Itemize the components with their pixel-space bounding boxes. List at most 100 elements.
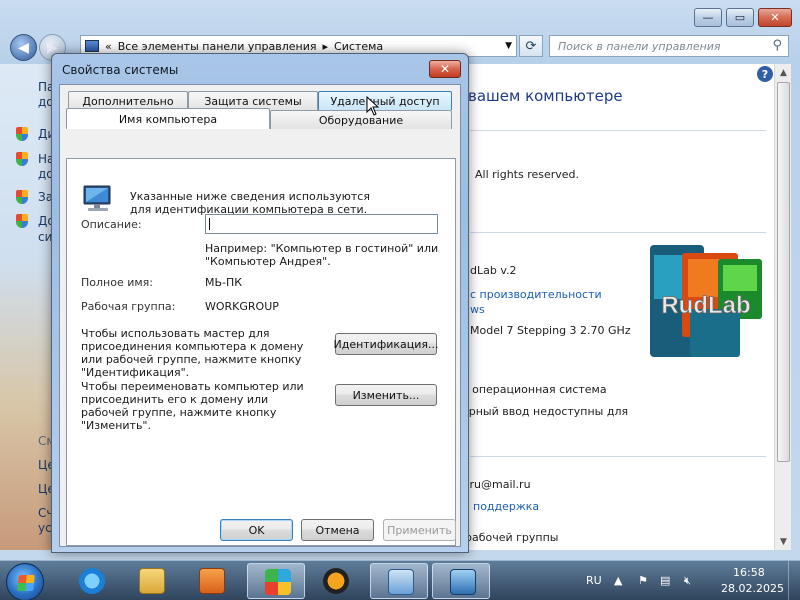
dialog-close-button[interactable]: ✕: [429, 60, 461, 78]
computer-name-page: Указанные ниже сведения используются для…: [66, 158, 456, 546]
start-button[interactable]: [6, 563, 44, 600]
left-pane-text[interactable]: ус: [38, 521, 52, 535]
taskbar-app-blocks[interactable]: [247, 563, 305, 599]
left-pane-text[interactable]: Па: [38, 80, 52, 94]
internet-explorer-icon: [79, 568, 105, 594]
shield-icon: [16, 127, 28, 141]
sidebar-item-windows-update[interactable]: Це: [38, 482, 52, 496]
refresh-icon: ⟳: [525, 38, 537, 54]
page-title: вашем компьютере: [468, 87, 623, 105]
tab-remote[interactable]: Удаленный доступ: [318, 91, 452, 110]
aimp-triangle-icon: [323, 568, 349, 594]
windows-logo-icon: [17, 575, 35, 591]
section-divider: [470, 232, 766, 233]
sidebar-item-performance[interactable]: Сч: [38, 506, 52, 520]
full-name-label: Полное имя:: [81, 276, 153, 289]
search-placeholder: Поиск в панели управления: [558, 39, 721, 53]
pen-touch-info: орный ввод недоступны для: [462, 405, 629, 418]
breadcrumb-overflow[interactable]: «: [105, 40, 112, 53]
change-button[interactable]: Изменить...: [335, 384, 437, 406]
taskbar-control-panel[interactable]: [370, 563, 428, 599]
taskbar-aimp[interactable]: [306, 563, 364, 599]
mouse-cursor-icon: [366, 96, 380, 116]
system-properties-dialog: Свойства системы ✕ Дополнительно Защита …: [51, 53, 469, 553]
performance-link[interactable]: с производительности: [470, 288, 602, 301]
taskbar-internet-explorer[interactable]: [62, 563, 120, 599]
volume-muted-icon[interactable]: 🔇︎: [684, 574, 698, 588]
control-panel-icon: [85, 40, 99, 52]
folder-icon: [139, 568, 165, 594]
left-pane-text[interactable]: си: [38, 230, 52, 244]
search-input[interactable]: Поиск в панели управления ⚲: [549, 35, 789, 57]
example-hint: Например: "Компьютер в гостиной" или "Ко…: [205, 242, 439, 268]
chevron-down-icon[interactable]: ▼: [505, 41, 512, 51]
left-pane-text[interactable]: до: [38, 95, 52, 109]
scroll-up-icon[interactable]: ▲: [775, 64, 792, 81]
minimize-button[interactable]: —: [694, 8, 722, 27]
description-field[interactable]: [205, 214, 438, 234]
search-icon[interactable]: ⚲: [772, 38, 782, 53]
maximize-button[interactable]: ▭: [726, 8, 754, 27]
show-desktop-button[interactable]: [788, 561, 800, 600]
refresh-button[interactable]: ⟳: [519, 35, 543, 57]
cancel-button[interactable]: Отмена: [301, 519, 374, 541]
show-hidden-icons-icon[interactable]: ▲: [614, 574, 628, 588]
vertical-scrollbar[interactable]: ▲ ▼: [774, 64, 791, 550]
taskbar-system-properties[interactable]: [432, 563, 490, 599]
system-type: я операционная система: [462, 383, 607, 396]
section-divider: [470, 130, 766, 131]
identification-button[interactable]: Идентификация...: [333, 333, 439, 355]
close-window-button[interactable]: ✕: [758, 8, 792, 27]
ok-button[interactable]: OK: [220, 519, 293, 541]
breadcrumb-item-system[interactable]: Система: [334, 40, 383, 53]
sidebar-item-remote-settings[interactable]: На: [38, 152, 52, 166]
puzzle-blocks-icon: [265, 569, 291, 595]
scroll-down-icon[interactable]: ▼: [775, 533, 792, 550]
dialog-body: Дополнительно Защита системы Удаленный д…: [59, 84, 461, 547]
text-caret: [209, 218, 210, 230]
full-name-value: МЬ-ПК: [205, 276, 243, 289]
breadcrumb-separator[interactable]: ▸: [323, 40, 329, 53]
oem-name: dLab v.2: [470, 264, 517, 277]
taskbar: RU ▲ ⚑ ▤ 🔇︎ 16:58 28.02.2025: [0, 560, 800, 600]
apply-button[interactable]: Применить: [383, 519, 456, 541]
workgroup-label: Рабочая группа:: [81, 300, 176, 313]
taskbar-explorer[interactable]: [122, 563, 180, 599]
dialog-title: Свойства системы: [62, 63, 179, 77]
language-indicator[interactable]: RU: [586, 574, 602, 587]
taskbar-media-player[interactable]: [182, 563, 240, 599]
scrollbar-thumb[interactable]: [777, 82, 790, 462]
help-icon[interactable]: ?: [757, 66, 773, 82]
sidebar-item-device-manager[interactable]: Ди: [38, 127, 52, 141]
support-link[interactable]: поддержка: [473, 500, 539, 513]
logo-text: RudLab: [661, 292, 750, 319]
window-titlebar: [0, 0, 800, 30]
windows-experience-link[interactable]: ws: [470, 303, 485, 316]
clock-date[interactable]: 28.02.2025: [721, 582, 784, 595]
left-navigation-pane: Па до Ди На до За До си См Це Це Сч ус: [0, 64, 52, 550]
media-player-icon: [199, 568, 225, 594]
see-also-heading: См: [38, 434, 52, 448]
computer-icon: [83, 185, 111, 211]
tab-computer-name[interactable]: Имя компьютера: [66, 108, 270, 129]
section-divider: [470, 456, 766, 457]
processor-info: Model 7 Stepping 3 2.70 GHz: [470, 324, 631, 337]
intro-text: Указанные ниже сведения используются для…: [130, 190, 370, 216]
sidebar-item-system-protection[interactable]: За: [38, 190, 52, 204]
shield-icon: [16, 152, 28, 166]
sidebar-item-advanced-settings[interactable]: До: [38, 214, 52, 228]
shield-icon: [16, 214, 28, 228]
workgroup-value: WORKGROUP: [205, 300, 279, 313]
sidebar-item-action-center[interactable]: Це: [38, 458, 52, 472]
tab-hardware[interactable]: Оборудование: [270, 110, 452, 129]
left-pane-text[interactable]: до: [38, 167, 52, 181]
support-email: .ru@mail.ru: [466, 478, 531, 491]
back-button[interactable]: ◀: [10, 34, 37, 61]
action-center-flag-icon[interactable]: ⚑: [638, 574, 652, 588]
rudlab-logo: RudLab: [650, 245, 762, 357]
clock-time[interactable]: 16:58: [733, 566, 765, 579]
copyright-text: All rights reserved.: [475, 168, 580, 181]
description-label: Описание:: [81, 218, 142, 231]
network-icon[interactable]: ▤: [660, 574, 674, 588]
breadcrumb-item-all-control-panel[interactable]: Все элементы панели управления: [118, 40, 317, 53]
